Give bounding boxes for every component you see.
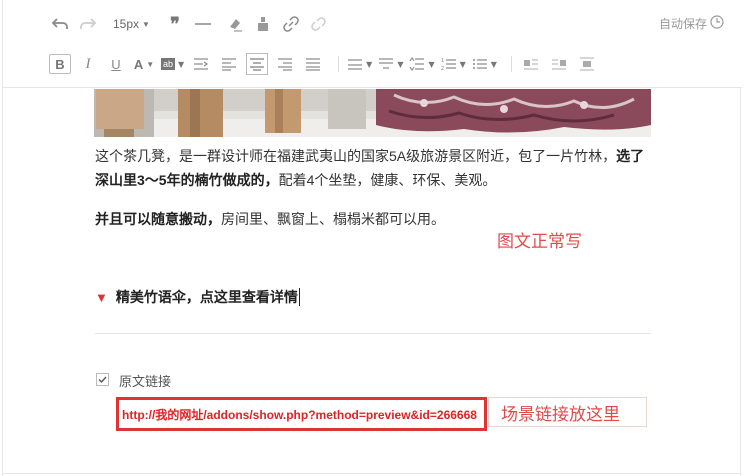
ordered-list-icon[interactable]: 1 2 ▼ xyxy=(441,53,466,75)
font-size-select[interactable]: 15px ▼ xyxy=(113,13,150,35)
paragraph-2-bold: 并且可以随意搬动， xyxy=(95,211,221,227)
chevron-down-icon: ▼ xyxy=(178,59,185,69)
chevron-down-icon: ▼ xyxy=(146,59,155,69)
paragraph-spacing-bottom-icon[interactable]: ▼ xyxy=(378,53,403,75)
line-height-icon[interactable]: ▼ xyxy=(409,53,435,75)
content-divider xyxy=(95,333,651,334)
underline-icon[interactable]: U xyxy=(105,53,127,75)
chevron-down-icon: ▼ xyxy=(490,59,497,69)
link-icon[interactable] xyxy=(280,13,302,35)
clock-icon xyxy=(710,15,724,32)
toolbar-divider xyxy=(510,56,512,72)
toolbar-row-1: 15px ▼ ❞ xyxy=(49,11,330,37)
editor-frame: 15px ▼ ❞ 自动保存 B I U A ▼ ab ▼ ▼ ▼ ▼ 1 2 ▼… xyxy=(2,0,742,476)
indent-icon[interactable] xyxy=(190,53,212,75)
redo-icon[interactable] xyxy=(77,13,99,35)
editor-content[interactable]: 这个茶几凳，是一群设计师在福建武夷山的国家5A级旅游景区附近，包了一片竹林，选了… xyxy=(3,89,742,476)
align-left-icon[interactable] xyxy=(218,53,240,75)
align-center-icon[interactable] xyxy=(246,53,269,75)
checkmark-icon xyxy=(98,376,107,384)
paragraph-spacing-top-icon[interactable]: ▼ xyxy=(347,53,372,75)
horizontal-rule-icon[interactable] xyxy=(192,13,214,35)
editor-toolbar: 15px ▼ ❞ 自动保存 B I U A ▼ ab ▼ ▼ ▼ ▼ 1 2 ▼… xyxy=(3,0,742,88)
text-cursor xyxy=(298,288,300,306)
svg-text:2: 2 xyxy=(441,66,444,71)
image-float-right-icon[interactable] xyxy=(548,53,570,75)
paragraph-1-text-end: 配着4个坐垫，健康、环保、美观。 xyxy=(278,172,497,188)
paragraph-1: 这个茶几凳，是一群设计师在福建武夷山的国家5A级旅游景区附近，包了一片竹林，选了… xyxy=(95,144,655,192)
triangle-down-icon: ▼ xyxy=(95,289,108,305)
product-photo xyxy=(94,89,651,137)
background-color-icon[interactable]: ab ▼ xyxy=(161,53,184,75)
unlink-icon[interactable] xyxy=(308,13,330,35)
toolbar-row-2: B I U A ▼ ab ▼ ▼ ▼ ▼ 1 2 ▼ ▼ xyxy=(49,51,598,77)
paragraph-2-text: 房间里、飘窗上、榻榻米都可以用。 xyxy=(221,211,445,227)
image-center-icon[interactable] xyxy=(576,53,598,75)
autosave-toggle[interactable]: 自动保存 xyxy=(659,15,724,32)
annotation-image-text: 图文正常写 xyxy=(497,232,582,251)
align-justify-icon[interactable] xyxy=(302,53,324,75)
original-link-label: 原文链接 xyxy=(119,374,172,389)
chevron-down-icon: ▼ xyxy=(428,59,435,69)
blockquote-icon[interactable]: ❞ xyxy=(164,13,186,35)
chevron-down-icon: ▼ xyxy=(142,19,150,29)
format-brush-icon[interactable] xyxy=(252,13,274,35)
original-link-input[interactable]: http://我的网址/addons/show.php?method=previ… xyxy=(116,397,487,431)
font-color-icon[interactable]: A ▼ xyxy=(133,53,155,75)
italic-icon[interactable]: I xyxy=(77,53,99,75)
detail-link-label: 精美竹语伞，点这里查看详情 xyxy=(115,289,298,305)
original-link-checkbox[interactable] xyxy=(96,373,109,386)
original-link-url: http://我的网址/addons/show.php?method=previ… xyxy=(122,407,477,422)
editor-bottom-border xyxy=(3,473,742,474)
svg-text:1: 1 xyxy=(441,58,444,64)
chevron-down-icon: ▼ xyxy=(459,59,466,69)
toolbar-divider xyxy=(338,56,340,72)
undo-icon[interactable] xyxy=(49,13,71,35)
chevron-down-icon: ▼ xyxy=(397,59,404,69)
eraser-icon[interactable] xyxy=(224,13,246,35)
bold-icon[interactable]: B xyxy=(49,54,71,74)
unordered-list-icon[interactable]: ▼ xyxy=(472,53,497,75)
annotation-link: 场景链接放这里 xyxy=(488,397,647,427)
paragraph-1-text: 这个茶几凳，是一群设计师在福建武夷山的国家5A级旅游景区附近，包了一片竹林， xyxy=(95,148,617,164)
autosave-label: 自动保存 xyxy=(658,17,707,31)
detail-link[interactable]: ▼ 精美竹语伞，点这里查看详情 xyxy=(95,287,300,307)
align-right-icon[interactable] xyxy=(274,53,296,75)
chevron-down-icon: ▼ xyxy=(366,59,373,69)
image-float-left-icon[interactable] xyxy=(520,53,542,75)
